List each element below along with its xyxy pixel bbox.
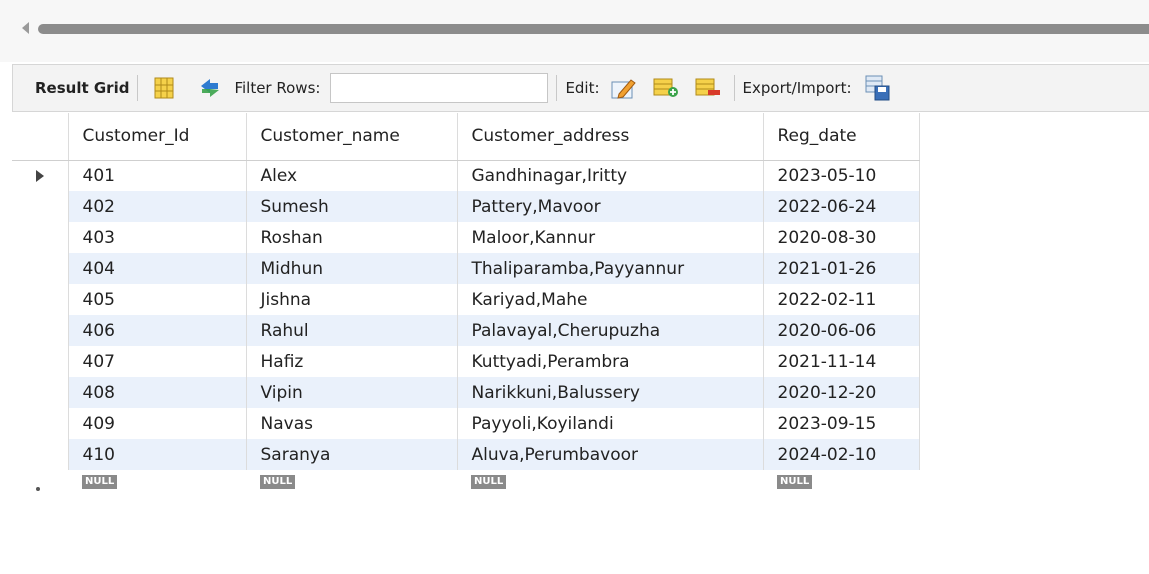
filter-rows-input[interactable]	[330, 73, 549, 103]
row-indicator[interactable]	[12, 439, 69, 470]
cell-customer-name[interactable]: Roshan	[246, 222, 458, 253]
cell-customer-name[interactable]: Vipin	[246, 377, 458, 408]
table-row[interactable]: 408 Vipin Narikkuni,Balussery 2020-12-20	[12, 377, 920, 408]
toolbar-divider	[137, 75, 139, 101]
result-grid-tab[interactable]: Result Grid	[35, 79, 129, 97]
cell-customer-id[interactable]: 403	[68, 222, 247, 253]
row-indicator[interactable]	[12, 470, 68, 496]
row-indicator[interactable]	[12, 253, 69, 284]
cell-customer-address[interactable]: Pattery,Mavoor	[457, 191, 764, 222]
cell-reg-date[interactable]: 2023-05-10	[763, 160, 920, 191]
cell-customer-name[interactable]: Navas	[246, 408, 458, 439]
result-grid: Customer_Id Customer_name Customer_addre…	[12, 113, 920, 496]
null-badge: NULL	[260, 475, 296, 489]
row-indicator[interactable]	[12, 284, 69, 315]
cell-customer-id[interactable]: 402	[68, 191, 247, 222]
cell-customer-address[interactable]: Palavayal,Cherupuzha	[457, 315, 764, 346]
new-row-cell[interactable]: NULL	[246, 470, 457, 496]
new-row-cell[interactable]: NULL	[457, 470, 763, 496]
refresh-icon[interactable]	[196, 74, 224, 102]
export-import-label: Export/Import:	[742, 79, 852, 97]
table-row[interactable]: 409 Navas Payyoli,Koyilandi 2023-09-15	[12, 408, 920, 439]
cell-reg-date[interactable]: 2021-11-14	[763, 346, 920, 377]
delete-row-icon[interactable]	[694, 74, 722, 102]
row-indicator-header	[12, 113, 69, 161]
cell-customer-address[interactable]: Gandhinagar,Iritty	[457, 160, 764, 191]
result-toolbar: Result Grid Filter Rows: Edit: Export/Im…	[12, 64, 1149, 112]
column-header-reg-date[interactable]: Reg_date	[763, 113, 920, 161]
cell-customer-id[interactable]: 407	[68, 346, 247, 377]
cell-reg-date[interactable]: 2024-02-10	[763, 439, 920, 470]
table-row[interactable]: 405 Jishna Kariyad,Mahe 2022-02-11	[12, 284, 920, 315]
filter-rows-label: Filter Rows:	[234, 79, 321, 97]
cell-customer-id[interactable]: 405	[68, 284, 247, 315]
cell-customer-id[interactable]: 409	[68, 408, 247, 439]
row-indicator[interactable]	[12, 346, 69, 377]
cell-reg-date[interactable]: 2020-06-06	[763, 315, 920, 346]
null-badge: NULL	[777, 475, 813, 489]
cell-reg-date[interactable]: 2020-12-20	[763, 377, 920, 408]
toolbar-divider	[733, 75, 735, 101]
scrollbar-thumb[interactable]	[38, 24, 1149, 34]
cell-customer-id[interactable]: 408	[68, 377, 247, 408]
new-row-cell[interactable]: NULL	[68, 470, 246, 496]
column-header-customer-address[interactable]: Customer_address	[457, 113, 764, 161]
cell-customer-id[interactable]: 401	[68, 160, 247, 191]
new-row[interactable]: NULL NULL NULL NULL	[12, 470, 919, 496]
row-indicator[interactable]	[12, 408, 69, 439]
cell-customer-address[interactable]: Kuttyadi,Perambra	[457, 346, 764, 377]
new-row-marker-icon	[36, 487, 40, 491]
grid-toggle-icon[interactable]	[150, 74, 178, 102]
row-indicator[interactable]	[12, 377, 69, 408]
row-indicator[interactable]	[12, 222, 69, 253]
scroll-left-arrow-icon[interactable]	[22, 22, 29, 34]
column-header-customer-id[interactable]: Customer_Id	[68, 113, 247, 161]
table-row[interactable]: 402 Sumesh Pattery,Mavoor 2022-06-24	[12, 191, 920, 222]
row-indicator[interactable]	[12, 160, 69, 191]
cell-customer-name[interactable]: Sumesh	[246, 191, 458, 222]
cell-customer-name[interactable]: Midhun	[246, 253, 458, 284]
row-indicator[interactable]	[12, 191, 69, 222]
horizontal-scrollbar[interactable]	[0, 0, 1149, 62]
table-row[interactable]: 410 Saranya Aluva,Perumbavoor 2024-02-10	[12, 439, 920, 470]
cell-customer-address[interactable]: Maloor,Kannur	[457, 222, 764, 253]
cell-customer-id[interactable]: 404	[68, 253, 247, 284]
cell-customer-name[interactable]: Jishna	[246, 284, 458, 315]
table-row[interactable]: 407 Hafiz Kuttyadi,Perambra 2021-11-14	[12, 346, 920, 377]
cell-customer-address[interactable]: Narikkuni,Balussery	[457, 377, 764, 408]
toolbar-divider	[556, 75, 558, 101]
table-row[interactable]: 401 Alex Gandhinagar,Iritty 2023-05-10	[12, 160, 920, 191]
header-row: Customer_Id Customer_name Customer_addre…	[12, 113, 920, 161]
cell-customer-name[interactable]: Saranya	[246, 439, 458, 470]
export-icon[interactable]	[864, 74, 892, 102]
add-row-icon[interactable]	[652, 74, 680, 102]
cell-customer-address[interactable]: Aluva,Perumbavoor	[457, 439, 764, 470]
table-row[interactable]: 406 Rahul Palavayal,Cherupuzha 2020-06-06	[12, 315, 920, 346]
edit-label: Edit:	[565, 79, 600, 97]
null-badge: NULL	[471, 475, 507, 489]
cell-customer-id[interactable]: 410	[68, 439, 247, 470]
current-row-pointer-icon	[36, 169, 44, 182]
cell-reg-date[interactable]: 2020-08-30	[763, 222, 920, 253]
edit-cell-icon[interactable]	[610, 74, 638, 102]
cell-reg-date[interactable]: 2023-09-15	[763, 408, 920, 439]
cell-reg-date[interactable]: 2021-01-26	[763, 253, 920, 284]
cell-customer-address[interactable]: Kariyad,Mahe	[457, 284, 764, 315]
cell-customer-name[interactable]: Hafiz	[246, 346, 458, 377]
null-badge: NULL	[82, 475, 118, 489]
column-header-customer-name[interactable]: Customer_name	[246, 113, 458, 161]
cell-customer-address[interactable]: Thaliparamba,Payyannur	[457, 253, 764, 284]
table-row[interactable]: 403 Roshan Maloor,Kannur 2020-08-30	[12, 222, 920, 253]
new-row-cell[interactable]: NULL	[763, 470, 919, 496]
cell-customer-id[interactable]: 406	[68, 315, 247, 346]
table-row[interactable]: 404 Midhun Thaliparamba,Payyannur 2021-01-2…	[12, 253, 920, 284]
cell-customer-name[interactable]: Alex	[246, 160, 458, 191]
cell-customer-name[interactable]: Rahul	[246, 315, 458, 346]
row-indicator[interactable]	[12, 315, 69, 346]
cell-reg-date[interactable]: 2022-02-11	[763, 284, 920, 315]
cell-customer-address[interactable]: Payyoli,Koyilandi	[457, 408, 764, 439]
cell-reg-date[interactable]: 2022-06-24	[763, 191, 920, 222]
